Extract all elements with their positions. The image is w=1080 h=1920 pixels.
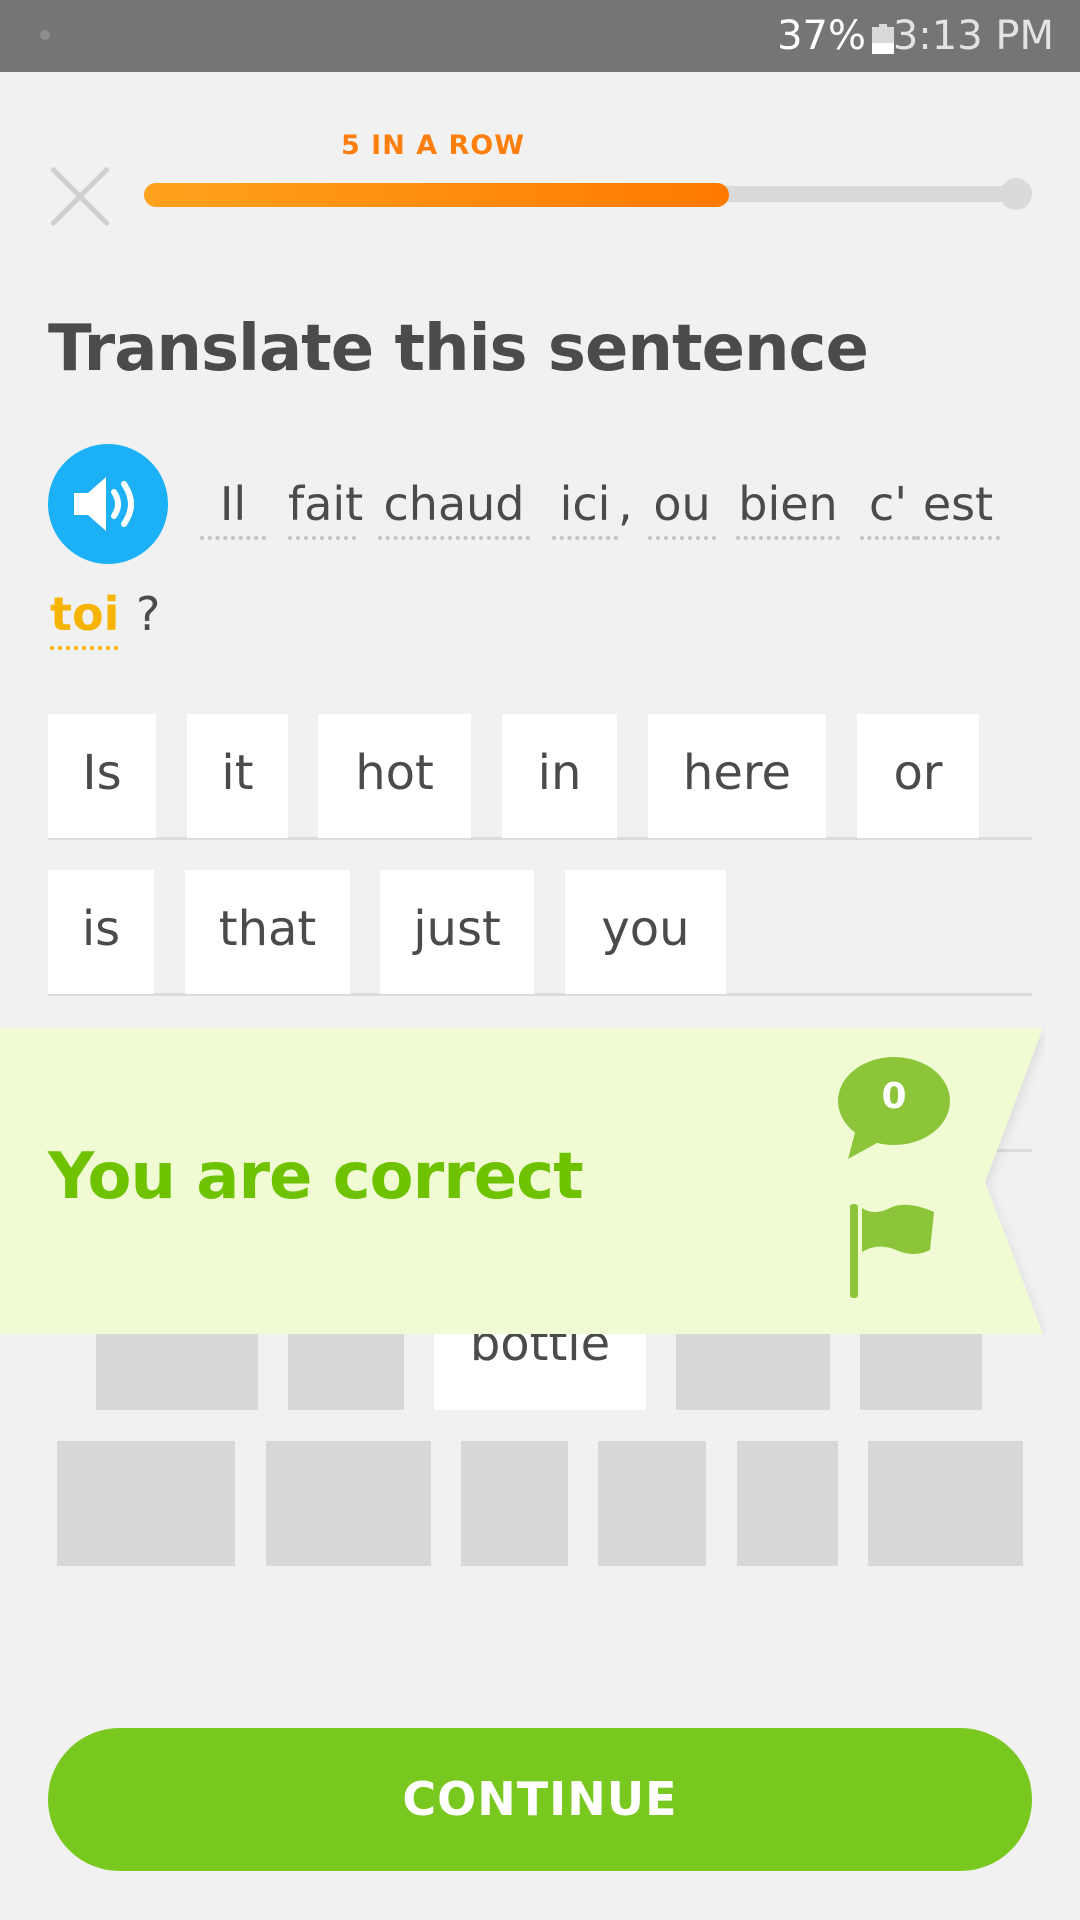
answer-tile[interactable]: is <box>48 870 154 994</box>
word-bank-slot <box>868 1441 1023 1566</box>
answer-tile[interactable]: that <box>185 870 350 994</box>
battery-icon <box>872 24 894 54</box>
sentence-word[interactable]: bien <box>736 476 840 540</box>
answer-tile[interactable]: in <box>502 714 617 838</box>
sentence-word[interactable]: ici <box>552 476 618 540</box>
word-bank-slot <box>737 1441 838 1566</box>
word-bank-slot <box>266 1441 431 1566</box>
sentence-word[interactable]: ou <box>648 476 716 540</box>
sentence-punctuation: , <box>618 477 633 531</box>
close-icon[interactable] <box>44 160 116 232</box>
sentence-word-highlighted[interactable]: toi <box>50 586 119 650</box>
speaker-icon <box>74 477 134 531</box>
notification-dot-icon <box>40 30 50 40</box>
sentence-word[interactable]: Il <box>200 476 266 540</box>
sentence-punctuation: ? <box>136 587 161 641</box>
answer-tile[interactable]: it <box>187 714 288 838</box>
word-bank-slot <box>598 1441 706 1566</box>
status-bar: 37% 3:13 PM <box>0 0 1080 72</box>
feedback-message: You are correct <box>48 1140 584 1214</box>
speaker-button[interactable] <box>48 444 168 564</box>
page-title: Translate this sentence <box>48 312 869 386</box>
word-bank-slot <box>461 1441 568 1566</box>
answer-tile[interactable]: you <box>565 870 726 994</box>
answer-tile[interactable]: Is <box>48 714 156 838</box>
sentence-word[interactable]: c' <box>860 476 916 540</box>
sentence-word[interactable]: fait <box>288 476 363 540</box>
answer-tile[interactable]: here <box>648 714 826 838</box>
word-bank-slot <box>57 1441 235 1566</box>
continue-button[interactable]: CONTINUE <box>48 1728 1032 1871</box>
sentence-word[interactable]: est <box>916 476 1000 540</box>
flag-icon[interactable] <box>846 1200 936 1300</box>
lesson-progress-bar <box>144 183 1030 207</box>
sentence-word[interactable]: chaud <box>378 476 530 540</box>
progress-end-marker <box>1000 178 1032 210</box>
comment-count: 0 <box>881 1076 907 1117</box>
battery-percent: 37% <box>777 13 866 59</box>
streak-label: 5 IN A ROW <box>340 130 526 161</box>
answer-tile[interactable]: just <box>380 870 534 994</box>
answer-tile[interactable]: or <box>857 714 979 838</box>
answer-tile[interactable]: hot <box>318 714 471 838</box>
status-time: 3:13 PM <box>892 13 1054 59</box>
lesson-progress-fill <box>144 183 729 207</box>
